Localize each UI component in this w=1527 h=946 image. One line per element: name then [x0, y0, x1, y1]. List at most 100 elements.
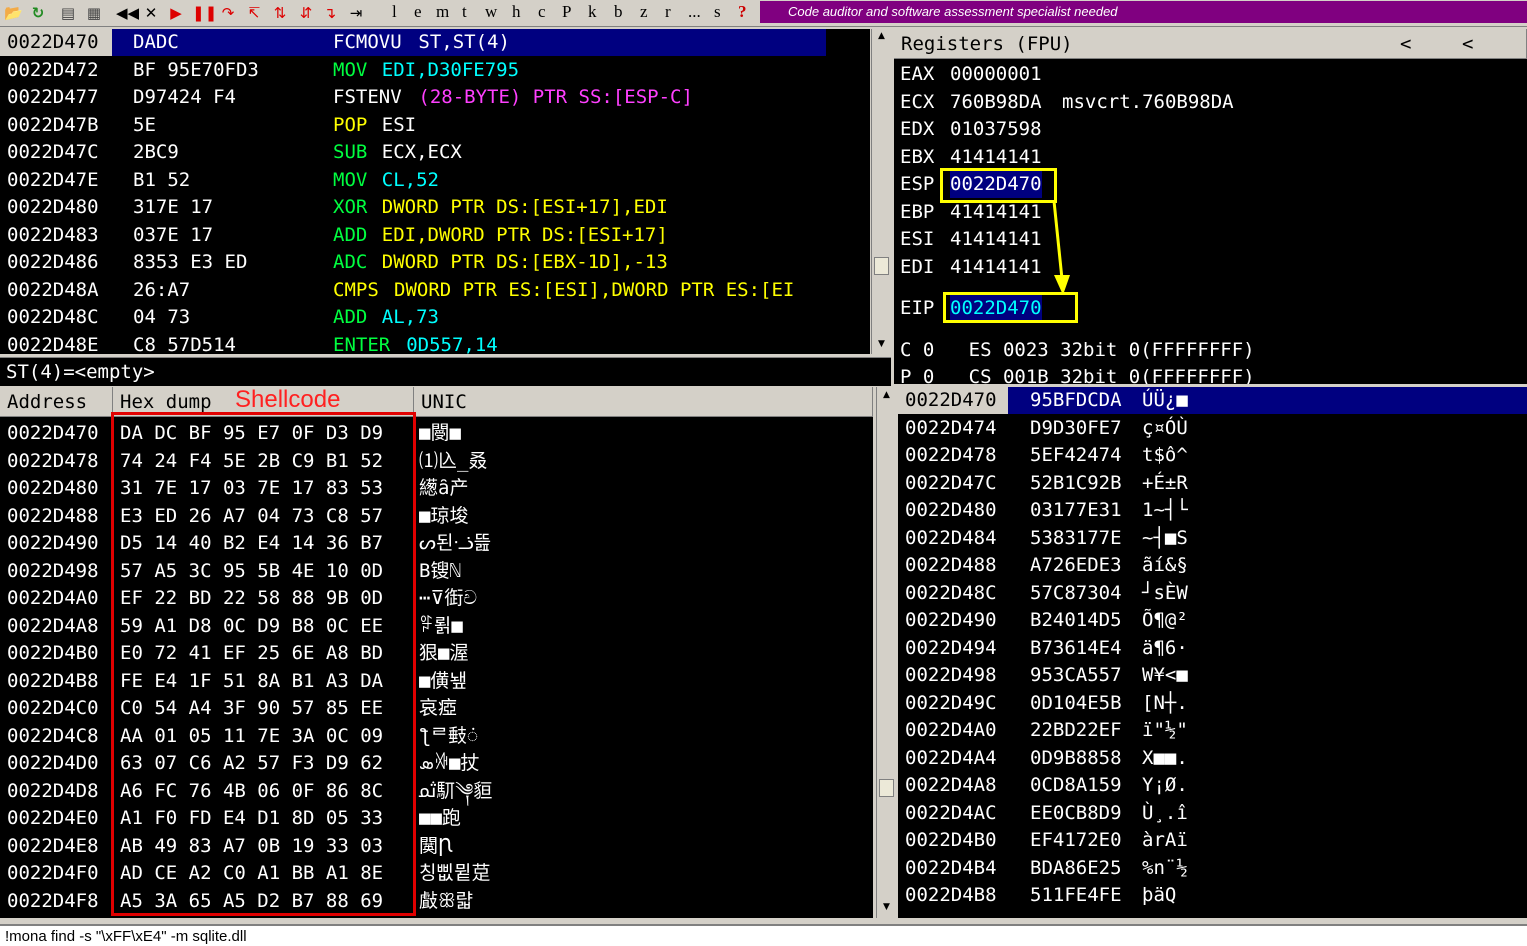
disassembly-pane[interactable]: 0022D470 DADC FCMOVU ST,ST(4) 0022D472 BF 95E… [0, 29, 870, 354]
stack-row[interactable]: 0022D4A4 0D9B8858 X■■. [898, 745, 1527, 772]
stack-row[interactable]: 0022D4B0 EF4172E0 àrAï [898, 827, 1527, 854]
dump-row[interactable]: 0022D480 31 7E 17 03 7E 17 83 53 繱ȃ产 [0, 475, 873, 502]
disasm-row[interactable]: 0022D48E C8 57D514 ENTER 0D557,14 [0, 332, 870, 355]
rewind-icon[interactable]: ◀◀ [116, 4, 139, 22]
toolbar-letter-h[interactable]: h [512, 1, 521, 23]
toolbar-letter-r[interactable]: r [665, 1, 671, 23]
dump-scrollbar[interactable]: ▲ ▼ [876, 387, 897, 918]
column-unicode[interactable]: UNIC [414, 387, 873, 417]
scroll-up-icon[interactable]: ▲ [872, 31, 891, 41]
dump-row[interactable]: 0022D4B8 FE E4 1F 51 8A B1 A3 DA ■僙뇊 [0, 668, 873, 695]
toolbar-letter-e[interactable]: e [414, 1, 422, 23]
toolbar-letter-s[interactable]: s [714, 1, 721, 23]
dump-row[interactable]: 0022D478 74 24 F4 5E 2B C9 B1 52 ⑴兦_叒 [0, 448, 873, 475]
toolbar-letter-z[interactable]: z [640, 1, 648, 23]
help-button[interactable]: ? [738, 1, 747, 23]
stack-row[interactable]: 0022D4B4 BDA86E25 %n¨½ [898, 855, 1527, 882]
register-value[interactable]: 41414141 [950, 144, 1042, 171]
disasm-row[interactable]: 0022D47B 5E POP ESI [0, 112, 870, 139]
dump-row[interactable]: 0022D4F8 A5 3A 65 A5 D2 B7 88 69 㪥ꕥ랿 [0, 888, 873, 915]
open-folder-icon[interactable]: 📂 [4, 4, 23, 22]
dump-row[interactable]: 0022D4B0 E0 72 41 EF 25 6E A8 BD 狠■渥 [0, 640, 873, 667]
stack-row[interactable]: 0022D49C 0D104E5B [N┼. [898, 690, 1527, 717]
disasm-row[interactable]: 0022D472 BF 95E70FD3 MOV EDI,D30FE795 [0, 57, 870, 84]
registers-pane[interactable]: Registers (FPU) < < EAX 00000001 ECX 760B98… [894, 29, 1527, 384]
step-into-icon[interactable]: ↷ [218, 4, 238, 22]
stack-row[interactable]: 0022D48C 57C87304 ┘sÈW [898, 580, 1527, 607]
toolbar-letter-m[interactable]: m [436, 1, 449, 23]
disasm-row[interactable]: 0022D480 317E 17 XOR DWORD PTR DS:[ESI+17],… [0, 194, 870, 221]
register-eax[interactable]: EAX 00000001 [894, 61, 1527, 88]
command-bar[interactable]: !mona find -s "\xFF\xE4" -m sqlite.dll [0, 924, 1527, 946]
disasm-row[interactable]: 0022D470 DADC FCMOVU ST,ST(4) [0, 29, 870, 56]
grid-icon[interactable]: ▦ [84, 4, 104, 22]
dump-row[interactable]: 0022D498 57 A5 3C 95 5B 4E 10 0D B锼ℕ [0, 558, 873, 585]
window-icon[interactable]: ▤ [58, 4, 78, 22]
scroll-up-icon[interactable]: ▲ [877, 390, 896, 400]
scroll-down-icon[interactable]: ▼ [877, 902, 896, 912]
stack-row[interactable]: 0022D470 95BFDCDA ÚÜ¿■ [898, 387, 1527, 414]
register-esi[interactable]: ESI 41414141 [894, 226, 1527, 253]
register-ebp[interactable]: EBP 41414141 [894, 199, 1527, 226]
toolbar-letter-l[interactable]: l [392, 1, 397, 23]
prev-view-button[interactable]: < [1400, 29, 1411, 59]
stack-row[interactable]: 0022D474 D9D30FE7 ç¤ÓÙ [898, 415, 1527, 442]
trace-into-icon[interactable]: ⇅ [270, 4, 290, 22]
register-value[interactable]: 0022D470 [950, 295, 1042, 322]
stack-row[interactable]: 0022D498 953CA557 W¥<■ [898, 662, 1527, 689]
disasm-row[interactable]: 0022D48A 26:A7 CMPS DWORD PTR ES:[ESI],DWOR… [0, 277, 870, 304]
dump-row[interactable]: 0022D4A8 59 A1 D8 0C D9 B8 0C EE ꅙ뢹■ [0, 613, 873, 640]
restart-icon[interactable]: ↻ [26, 4, 50, 22]
register-esp[interactable]: ESP 0022D470 [894, 171, 1527, 198]
register-edx[interactable]: EDX 01037598 [894, 116, 1527, 143]
stack-row[interactable]: 0022D4A8 0CD8A159 Y¡Ø. [898, 772, 1527, 799]
register-value[interactable]: 41414141 [950, 254, 1042, 281]
toolbar-letter-c[interactable]: c [538, 1, 546, 23]
register-value[interactable]: 41414141 [950, 226, 1042, 253]
step-over-icon[interactable]: ↸ [244, 4, 264, 22]
toolbar-ellipsis-button[interactable]: ... [688, 1, 701, 23]
dump-row[interactable]: 0022D490 D5 14 40 B2 E4 14 36 B7 ᔕ된ᓤ뜶 [0, 530, 873, 557]
register-ecx[interactable]: ECX 760B98DA msvcrt.760B98DA [894, 89, 1527, 116]
dump-row[interactable]: 0022D4F0 AD CE A2 C0 A1 BB A1 8E 칭삢뮡莡 [0, 860, 873, 887]
stack-pane[interactable]: 0022D470 95BFDCDA ÚÜ¿■ 0022D474 D9D30FE7 ç¤ÓÙ… [898, 387, 1527, 918]
register-value[interactable]: 01037598 [950, 116, 1042, 143]
toolbar-letter-k[interactable]: k [588, 1, 597, 23]
pause-icon[interactable]: ❚❚ [192, 4, 217, 22]
toolbar-letter-p[interactable]: P [562, 1, 571, 23]
dump-row[interactable]: 0022D488 E3 ED 26 A7 04 73 C8 57 ■琼埈 [0, 503, 873, 530]
stack-row[interactable]: 0022D4B8 511FE4FE þäQ [898, 882, 1527, 909]
stack-row[interactable]: 0022D4AC EE0CB8D9 Ù¸.î [898, 800, 1527, 827]
register-value[interactable]: 00000001 [950, 61, 1042, 88]
banner-ad[interactable]: Code auditor and software assessment spe… [760, 1, 1527, 23]
run-icon[interactable]: ▶ [168, 4, 184, 22]
scroll-thumb[interactable] [874, 257, 889, 275]
register-value[interactable]: 41414141 [950, 199, 1042, 226]
register-eip[interactable]: EIP 0022D470 [894, 295, 1527, 322]
disasm-row[interactable]: 0022D477 D97424 F4 FSTENV (28-BYTE) PTR SS:… [0, 84, 870, 111]
disasm-row[interactable]: 0022D483 037E 17 ADD EDI,DWORD PTR DS:[ESI+… [0, 222, 870, 249]
dump-row[interactable]: 0022D4A0 EF 22 BD 22 58 88 9B 0D ⋯⊽衘ච [0, 585, 873, 612]
register-value[interactable]: 0022D470 [950, 171, 1042, 198]
scroll-down-icon[interactable]: ▼ [872, 339, 891, 349]
dump-row[interactable]: 0022D4C8 AA 01 05 11 7E 3A 0C 09 ƪᄅ㩾ं [0, 723, 873, 750]
stack-row[interactable]: 0022D488 A726EDE3 ãí&§ [898, 552, 1527, 579]
dump-row[interactable]: 0022D4D8 A6 FC 76 4B 06 0F 86 8C ﲦ䭶༆貆 [0, 778, 873, 805]
dump-row[interactable]: 0022D4E0 A1 F0 FD E4 D1 8D 05 33 ■■跑 [0, 805, 873, 832]
disasm-row[interactable]: 0022D47E B1 52 MOV CL,52 [0, 167, 870, 194]
stack-row[interactable]: 0022D490 B24014D5 Õ¶@² [898, 607, 1527, 634]
disasm-row[interactable]: 0022D48C 04 73 ADD AL,73 [0, 304, 870, 331]
stack-row[interactable]: 0022D484 5383177E ~┤■S [898, 525, 1527, 552]
dump-row[interactable]: 0022D4E8 AB 49 83 A7 0B 19 33 03 䦫Ꞃ [0, 833, 873, 860]
stack-row[interactable]: 0022D494 B73614E4 ä¶6· [898, 635, 1527, 662]
toolbar-letter-t[interactable]: t [462, 1, 467, 23]
dump-row[interactable]: 0022D4D0 63 07 C6 A2 57 F3 D9 62 ܣꋆ■扙 [0, 750, 873, 777]
stack-row[interactable]: 0022D480 03177E31 1~┤└ [898, 497, 1527, 524]
column-address[interactable]: Address [0, 387, 113, 417]
dump-row[interactable]: 0022D470 DA DC BF 95 E7 0F D3 D9 ■閿■ [0, 420, 873, 447]
close-icon[interactable]: ✕ [142, 4, 160, 22]
stack-row[interactable]: 0022D47C 52B1C92B +É±R [898, 470, 1527, 497]
go-to-icon[interactable]: ⇥ [346, 4, 366, 22]
hex-dump-pane[interactable]: Address Hex dump UNIC 0022D470 DA DC BF 9… [0, 387, 873, 918]
register-value[interactable]: 760B98DA [950, 89, 1042, 116]
